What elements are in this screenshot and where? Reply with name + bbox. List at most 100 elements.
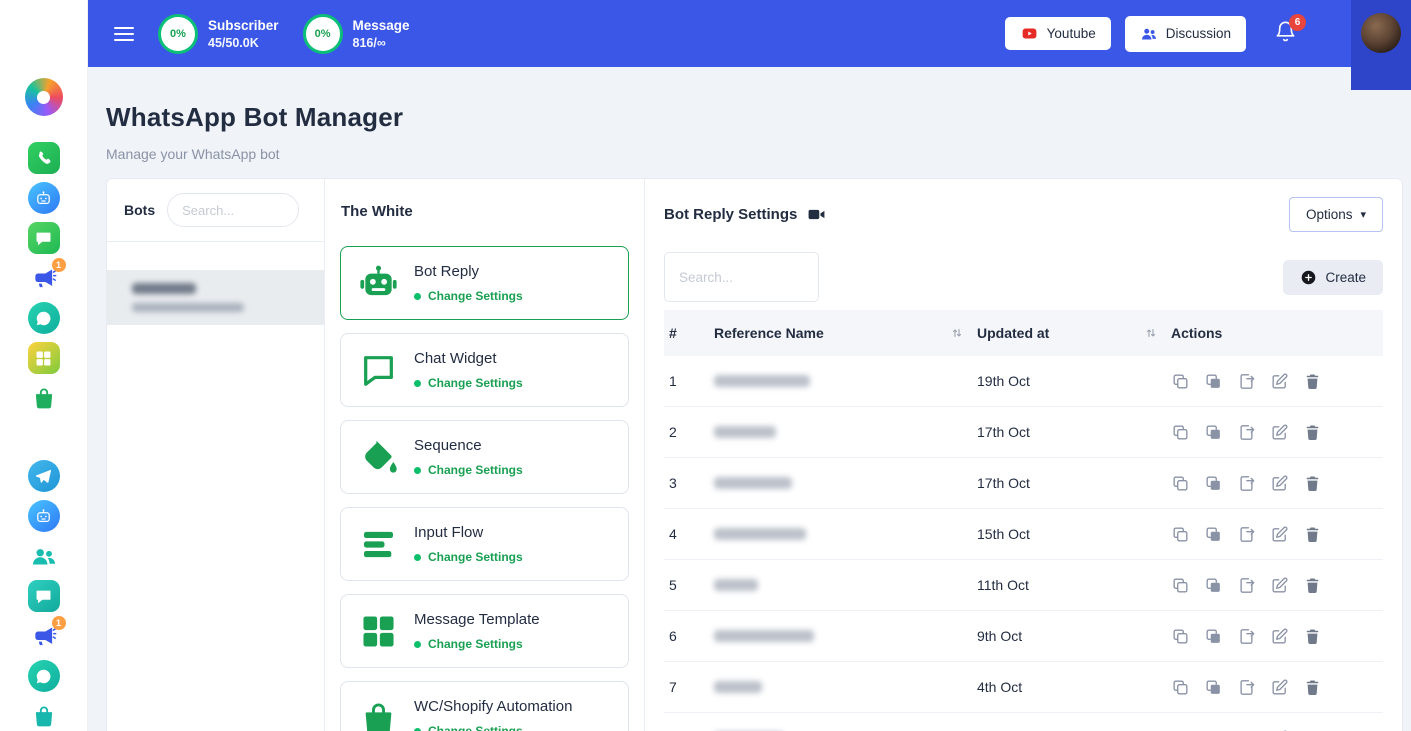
sidebar-item-telegram-group[interactable] [28, 540, 60, 572]
shopping-bag-icon [355, 695, 401, 731]
export-button[interactable] [1237, 576, 1256, 595]
redacted-reference-name [714, 375, 810, 387]
change-settings-link[interactable]: Change Settings [414, 550, 523, 564]
edit-button[interactable] [1270, 474, 1289, 493]
clone-button[interactable] [1171, 678, 1190, 697]
clone-button[interactable] [1171, 474, 1190, 493]
options-button-label: Options [1306, 207, 1353, 222]
clone-button[interactable] [1171, 372, 1190, 391]
sidebar-item-telegram-broadcast[interactable]: 1 [28, 620, 60, 652]
video-camera-icon[interactable] [807, 205, 826, 224]
edit-button[interactable] [1270, 576, 1289, 595]
redacted-reference-name [714, 528, 806, 540]
trash-button[interactable] [1303, 576, 1322, 595]
sidebar-item-telegram-livechat[interactable] [28, 660, 60, 692]
change-settings-label: Change Settings [428, 724, 523, 731]
sidebar-item-telegram-chatbot[interactable] [28, 580, 60, 612]
export-button[interactable] [1237, 525, 1256, 544]
sidebar-item-whatsapp[interactable] [28, 142, 60, 174]
setting-card-input-flow[interactable]: Input Flow Change Settings [340, 507, 629, 581]
table-toolbar: Create [664, 252, 1383, 302]
options-button[interactable]: Options ▾ [1289, 197, 1383, 232]
export-button[interactable] [1237, 372, 1256, 391]
trash-button[interactable] [1303, 423, 1322, 442]
trash-button[interactable] [1303, 678, 1322, 697]
change-settings-link[interactable]: Change Settings [414, 463, 523, 477]
copy-button[interactable] [1204, 474, 1223, 493]
sidebar-item-whatsapp-livechat[interactable] [28, 302, 60, 334]
avatar[interactable] [1361, 13, 1401, 53]
change-settings-link[interactable]: Change Settings [414, 637, 540, 651]
message-percent: 0% [315, 28, 331, 40]
trash-button[interactable] [1303, 627, 1322, 646]
sidebar-item-whatsapp-shop[interactable] [28, 382, 60, 414]
copy-button[interactable] [1204, 576, 1223, 595]
trash-button[interactable] [1303, 372, 1322, 391]
row-number: 5 [664, 577, 714, 593]
sidebar-item-telegram-bot[interactable] [28, 500, 60, 532]
create-button[interactable]: Create [1283, 260, 1383, 295]
change-settings-link[interactable]: Change Settings [414, 724, 572, 731]
page-title: WhatsApp Bot Manager [106, 102, 403, 133]
copy-button[interactable] [1204, 525, 1223, 544]
sidebar-item-whatsapp-bot[interactable] [28, 182, 60, 214]
copy-button[interactable] [1204, 678, 1223, 697]
status-dot [414, 293, 421, 300]
change-settings-link[interactable]: Change Settings [414, 289, 523, 303]
edit-button[interactable] [1270, 423, 1289, 442]
copy-button[interactable] [1204, 372, 1223, 391]
copy-button[interactable] [1204, 627, 1223, 646]
redacted-reference-name [714, 477, 792, 489]
bubble-icon [28, 302, 60, 334]
sidebar-item-telegram[interactable] [28, 460, 60, 492]
edit-button[interactable] [1270, 372, 1289, 391]
bots-search-input[interactable] [167, 193, 299, 227]
sidebar-item-whatsapp-broadcast[interactable]: 1 [28, 262, 60, 294]
edit-button[interactable] [1270, 627, 1289, 646]
sidebar-item-whatsapp-chatbot[interactable] [28, 222, 60, 254]
bot-list-item-selected[interactable] [107, 270, 324, 325]
setting-card-chat-widget[interactable]: Chat Widget Change Settings [340, 333, 629, 407]
export-button[interactable] [1237, 423, 1256, 442]
hamburger-menu-icon[interactable] [114, 27, 134, 41]
header-actions: Actions [1171, 325, 1383, 341]
discussion-users-icon [1140, 25, 1158, 43]
setting-card-sequence[interactable]: Sequence Change Settings [340, 420, 629, 494]
export-button[interactable] [1237, 474, 1256, 493]
export-button[interactable] [1237, 678, 1256, 697]
copy-button[interactable] [1204, 423, 1223, 442]
notifications-button[interactable]: 6 [1274, 20, 1297, 48]
plus-circle-icon [1300, 269, 1317, 286]
header-updated-at[interactable]: Updated at [977, 325, 1171, 341]
header-updated-at-label: Updated at [977, 325, 1049, 341]
sidebar-item-logo[interactable] [25, 78, 63, 116]
profile-menu[interactable] [1351, 0, 1411, 90]
sort-icon[interactable] [951, 327, 963, 339]
clone-button[interactable] [1171, 627, 1190, 646]
header-reference-name[interactable]: Reference Name [714, 325, 977, 341]
sort-icon[interactable] [1145, 327, 1157, 339]
trash-button[interactable] [1303, 525, 1322, 544]
change-settings-link[interactable]: Change Settings [414, 376, 523, 390]
setting-card-wc-shopify[interactable]: WC/Shopify Automation Change Settings [340, 681, 629, 731]
robot-head-icon [28, 500, 60, 532]
grid4-icon [28, 342, 60, 374]
redacted-reference-name [714, 630, 814, 642]
trash-button[interactable] [1303, 474, 1322, 493]
bots-panel-header: Bots [107, 179, 324, 242]
export-button[interactable] [1237, 627, 1256, 646]
clone-button[interactable] [1171, 525, 1190, 544]
setting-card-bot-reply[interactable]: Bot Reply Change Settings [340, 246, 629, 320]
edit-button[interactable] [1270, 678, 1289, 697]
chevron-down-icon: ▾ [1360, 208, 1366, 221]
clone-button[interactable] [1171, 576, 1190, 595]
table-row: 8 [664, 713, 1383, 731]
reply-search-input[interactable] [664, 252, 819, 302]
sidebar-item-catalog[interactable] [28, 342, 60, 374]
clone-button[interactable] [1171, 423, 1190, 442]
edit-button[interactable] [1270, 525, 1289, 544]
youtube-button[interactable]: Youtube [1005, 17, 1111, 50]
setting-card-message-template[interactable]: Message Template Change Settings [340, 594, 629, 668]
sidebar-item-telegram-shop[interactable] [28, 700, 60, 731]
discussion-button[interactable]: Discussion [1125, 16, 1246, 52]
